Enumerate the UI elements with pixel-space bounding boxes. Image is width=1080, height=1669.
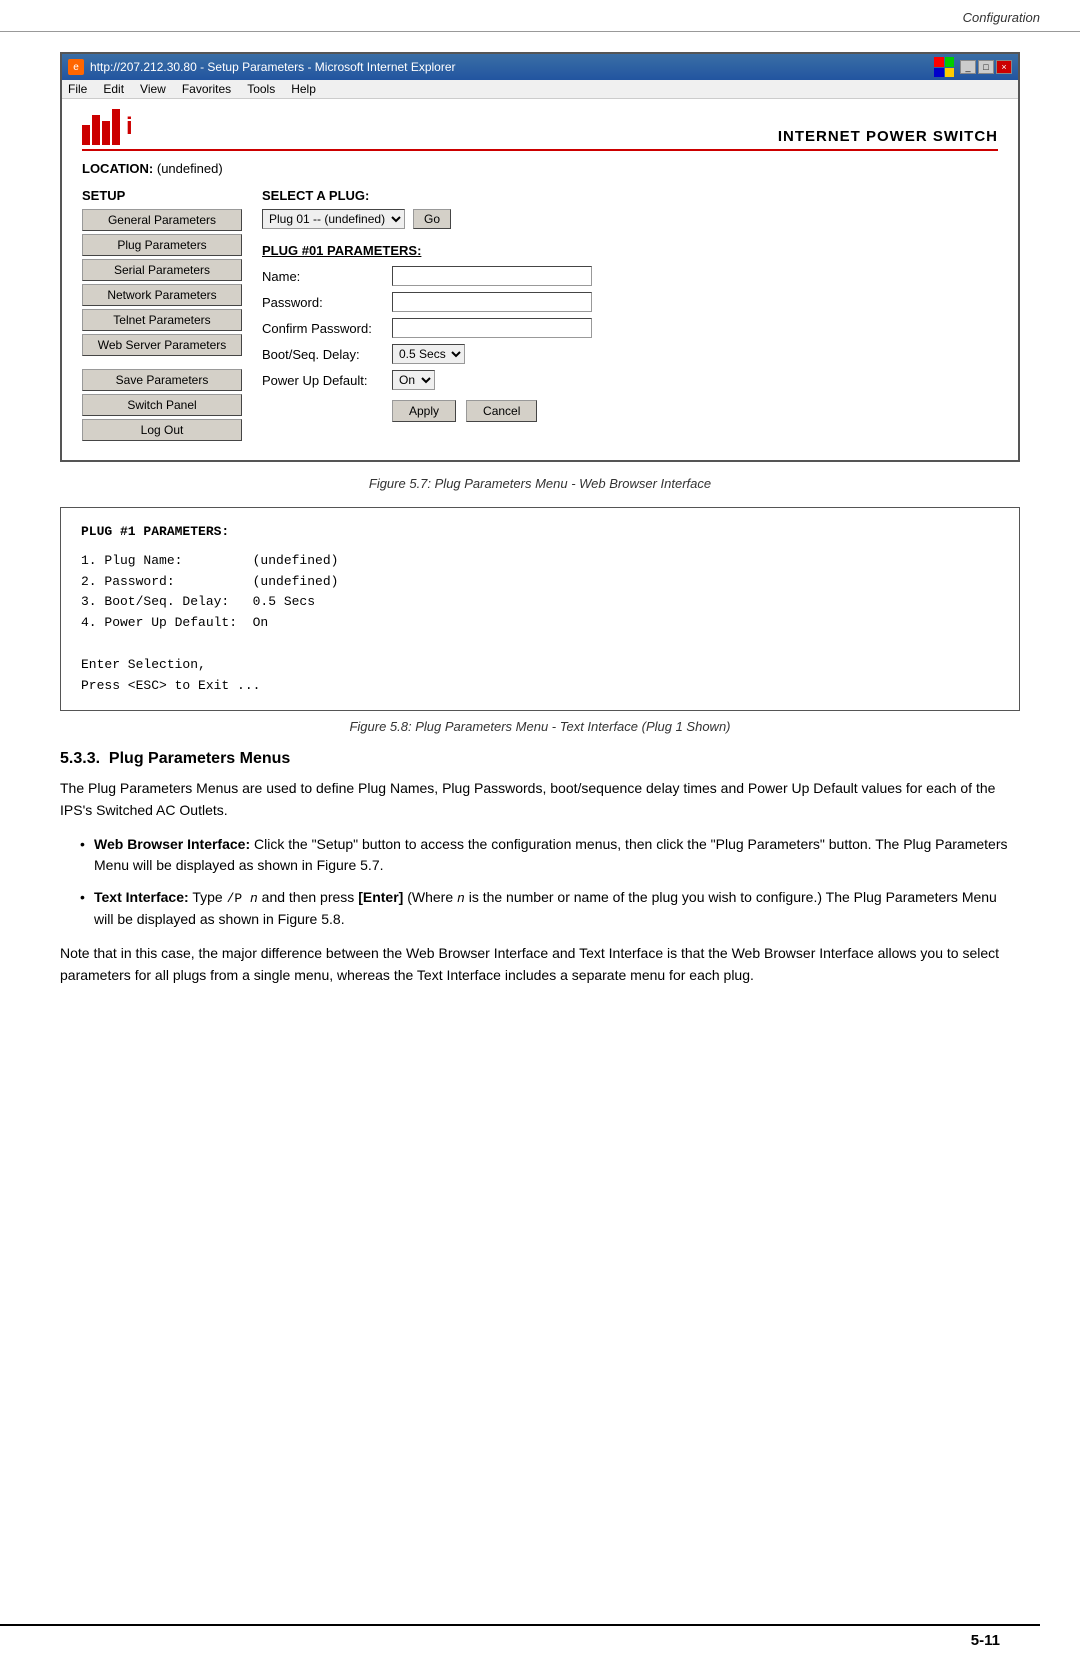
param-label-name: Name: <box>262 269 392 284</box>
bullet-item-web: Web Browser Interface: Click the "Setup"… <box>80 834 1020 877</box>
main-area: SELECT A PLUG: Plug 01 -- (undefined) Go… <box>262 188 998 444</box>
close-button[interactable]: × <box>996 60 1012 74</box>
menu-file[interactable]: File <box>68 82 87 96</box>
browser-title: http://207.212.30.80 - Setup Parameters … <box>90 60 456 74</box>
page-header: Configuration <box>0 0 1080 32</box>
apply-button[interactable]: Apply <box>392 400 456 422</box>
page-number: 5-11 <box>971 1632 1040 1649</box>
minimize-button[interactable]: _ <box>960 60 976 74</box>
terminal-line-5: Enter Selection, <box>81 655 999 676</box>
sidebar-btn-general[interactable]: General Parameters <box>82 209 242 231</box>
sidebar: SETUP General Parameters Plug Parameters… <box>82 188 242 444</box>
terminal-line-2: 2. Password: (undefined) <box>81 572 999 593</box>
main-layout: SETUP General Parameters Plug Parameters… <box>82 188 998 444</box>
figure2-caption: Figure 5.8: Plug Parameters Menu - Text … <box>60 719 1020 734</box>
location-label: LOCATION: <box>82 161 153 176</box>
menu-favorites[interactable]: Favorites <box>182 82 231 96</box>
browser-controls[interactable]: _ □ × <box>960 60 1012 74</box>
web-page-content: i INTERNET POWER SWITCH LOCATION: (undef… <box>62 99 1018 460</box>
product-name: INTERNET POWER SWITCH <box>778 128 998 145</box>
bullet-text-bold: Text Interface: <box>94 889 189 905</box>
browser-menubar: File Edit View Favorites Tools Help <box>62 80 1018 99</box>
param-row-password: Password: <box>262 292 998 312</box>
param-label-power-up: Power Up Default: <box>262 373 392 388</box>
sidebar-btn-logout[interactable]: Log Out <box>82 419 242 441</box>
terminal-box: PLUG #1 PARAMETERS: 1. Plug Name: (undef… <box>60 507 1020 711</box>
terminal-line-4: 4. Power Up Default: On <box>81 613 999 634</box>
param-label-confirm-password: Confirm Password: <box>262 321 392 336</box>
bullet-item-text: Text Interface: Type /P n and then press… <box>80 887 1020 931</box>
windows-logo <box>934 57 954 77</box>
page-footer: 5-11 <box>0 1624 1040 1649</box>
cancel-button[interactable]: Cancel <box>466 400 537 422</box>
maximize-button[interactable]: □ <box>978 60 994 74</box>
menu-view[interactable]: View <box>140 82 166 96</box>
logo-bar-4 <box>112 109 120 145</box>
terminal-line-1: 1. Plug Name: (undefined) <box>81 551 999 572</box>
menu-help[interactable]: Help <box>291 82 316 96</box>
terminal-line-3: 3. Boot/Seq. Delay: 0.5 Secs <box>81 592 999 613</box>
sidebar-btn-plug[interactable]: Plug Parameters <box>82 234 242 256</box>
location-value: (undefined) <box>157 161 223 176</box>
logo-bars <box>82 109 120 145</box>
header-title: Configuration <box>963 10 1040 25</box>
action-row: Apply Cancel <box>262 400 998 422</box>
setup-label: SETUP <box>82 188 242 203</box>
select-plug-row: Plug 01 -- (undefined) Go <box>262 209 998 229</box>
param-label-boot-delay: Boot/Seq. Delay: <box>262 347 392 362</box>
boot-delay-select[interactable]: 0.5 Secs 1 Sec 2 Secs <box>392 344 465 364</box>
section-heading: 5.3.3. Plug Parameters Menus <box>60 750 1020 768</box>
logo-box: i <box>82 109 132 145</box>
logo-bar-1 <box>82 125 90 145</box>
plug-select[interactable]: Plug 01 -- (undefined) <box>262 209 405 229</box>
sidebar-btn-webserver[interactable]: Web Server Parameters <box>82 334 242 356</box>
sidebar-btn-save[interactable]: Save Parameters <box>82 369 242 391</box>
section-title: Plug Parameters Menus <box>109 750 290 767</box>
menu-tools[interactable]: Tools <box>247 82 275 96</box>
terminal-lines: 1. Plug Name: (undefined) 2. Password: (… <box>81 551 999 697</box>
param-row-power-up: Power Up Default: On Off <box>262 370 998 390</box>
menu-edit[interactable]: Edit <box>103 82 124 96</box>
param-row-name: Name: <box>262 266 998 286</box>
logo-bar-3 <box>102 121 110 145</box>
plug-params-label: PLUG #01 PARAMETERS: <box>262 243 998 258</box>
go-button[interactable]: Go <box>413 209 451 229</box>
section-intro: The Plug Parameters Menus are used to de… <box>60 778 1020 821</box>
terminal-line-6: Press <ESC> to Exit ... <box>81 676 999 697</box>
param-row-confirm-password: Confirm Password: <box>262 318 998 338</box>
param-label-password: Password: <box>262 295 392 310</box>
terminal-header: PLUG #1 PARAMETERS: <box>81 522 999 543</box>
logo-bar-2 <box>92 115 100 145</box>
param-row-boot-delay: Boot/Seq. Delay: 0.5 Secs 1 Sec 2 Secs <box>262 344 998 364</box>
sidebar-btn-switchpanel[interactable]: Switch Panel <box>82 394 242 416</box>
logo-area: i INTERNET POWER SWITCH <box>82 109 998 151</box>
logo-letters: i <box>126 113 132 141</box>
password-input[interactable] <box>392 292 592 312</box>
sidebar-btn-serial[interactable]: Serial Parameters <box>82 259 242 281</box>
figure1-caption: Figure 5.7: Plug Parameters Menu - Web B… <box>60 476 1020 491</box>
bullet-list: Web Browser Interface: Click the "Setup"… <box>60 834 1020 931</box>
section-number: 5.3.3. <box>60 750 100 767</box>
name-input[interactable] <box>392 266 592 286</box>
bullet-text-text: Type /P n and then press [Enter] (Where … <box>94 889 997 927</box>
sidebar-btn-network[interactable]: Network Parameters <box>82 284 242 306</box>
location-line: LOCATION: (undefined) <box>82 161 998 176</box>
browser-window: e http://207.212.30.80 - Setup Parameter… <box>60 52 1020 462</box>
browser-titlebar: e http://207.212.30.80 - Setup Parameter… <box>62 54 1018 80</box>
confirm-password-input[interactable] <box>392 318 592 338</box>
section-note: Note that in this case, the major differ… <box>60 943 1020 986</box>
power-up-select[interactable]: On Off <box>392 370 435 390</box>
bullet-web-bold: Web Browser Interface: <box>94 836 250 852</box>
select-plug-label: SELECT A PLUG: <box>262 188 998 203</box>
sidebar-btn-telnet[interactable]: Telnet Parameters <box>82 309 242 331</box>
browser-icon: e <box>68 59 84 75</box>
